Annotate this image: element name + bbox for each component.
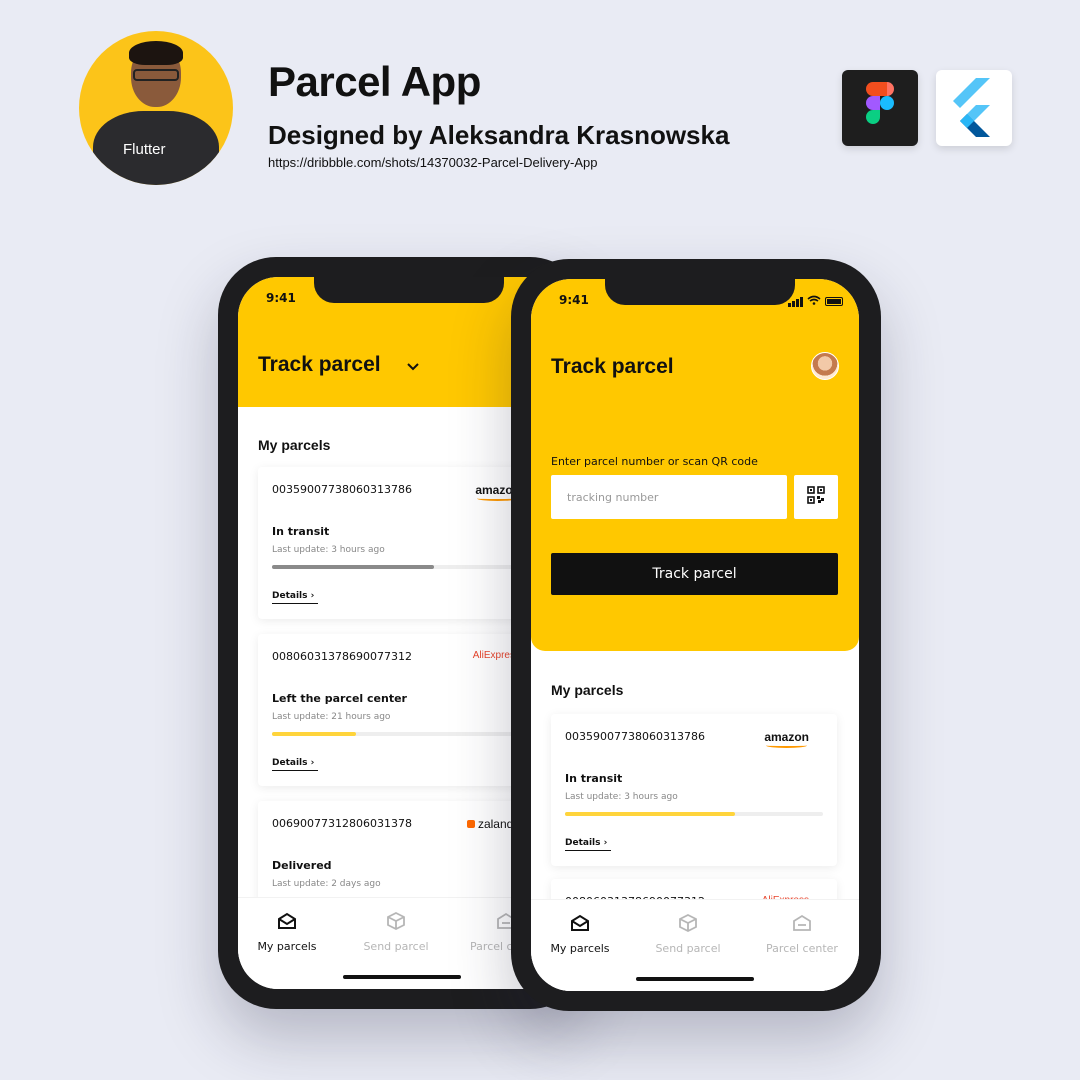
parcel-number: 00806031378690077312	[272, 650, 412, 663]
tab-send-parcel[interactable]: Send parcel	[341, 910, 451, 953]
building-icon	[747, 912, 857, 934]
avatar-shirt-text: Flutter	[123, 141, 166, 158]
phone-notch	[314, 277, 504, 303]
box-icon	[633, 912, 743, 934]
mailbox-icon	[531, 912, 635, 934]
box-icon	[341, 910, 451, 932]
track-parcel-button[interactable]: Track parcel	[551, 553, 838, 595]
progress-track	[272, 565, 534, 569]
parcel-card[interactable]: 00359007738060313786 amazon In transit L…	[551, 714, 837, 866]
parcel-status: In transit	[565, 772, 623, 785]
status-icons	[788, 295, 843, 308]
tab-label: Send parcel	[363, 940, 429, 953]
page-title: Parcel App	[268, 58, 481, 105]
phone-mockup-front: 9:41 Track parcel Enter parcel number or…	[511, 259, 881, 1011]
parcel-status: Left the parcel center	[272, 692, 407, 705]
battery-icon	[825, 297, 843, 306]
flutter-icon	[936, 70, 1012, 146]
parcel-status: Delivered	[272, 859, 332, 872]
phone-notch	[605, 279, 795, 305]
tab-send-parcel[interactable]: Send parcel	[633, 912, 743, 955]
home-indicator	[343, 975, 461, 979]
home-indicator	[636, 977, 754, 981]
brand-logo: amazon	[764, 730, 809, 748]
last-update: Last update: 21 hours ago	[272, 712, 391, 722]
bottom-tab-bar: My parcels Send parcel Parcel center	[531, 899, 859, 991]
parcel-card[interactable]: 00359007738060313786 amazon In transit L…	[258, 467, 548, 619]
mailbox-icon	[238, 910, 342, 932]
tab-my-parcels[interactable]: My parcels	[531, 912, 635, 955]
page-subtitle: Designed by Aleksandra Krasnowska	[268, 120, 730, 150]
wifi-icon	[807, 295, 821, 308]
details-label: Details	[272, 591, 308, 601]
last-update: Last update: 3 hours ago	[565, 792, 678, 802]
parcel-card[interactable]: 00806031378690077312 AliExpress Left the…	[258, 634, 548, 786]
details-label: Details	[565, 838, 601, 848]
tab-label: My parcels	[257, 940, 317, 953]
screen-title: Track parcel	[551, 355, 674, 378]
chevron-right-icon: ›	[603, 838, 608, 848]
chevron-down-icon[interactable]	[406, 357, 420, 376]
figma-icon	[842, 70, 918, 146]
details-link[interactable]: Details ›	[272, 758, 319, 771]
status-time: 9:41	[559, 293, 589, 307]
screen-title: Track parcel	[258, 353, 381, 376]
parcel-status: In transit	[272, 525, 330, 538]
parcel-number: 00359007738060313786	[272, 483, 412, 496]
avatar-hair	[129, 41, 183, 65]
last-update: Last update: 3 hours ago	[272, 545, 385, 555]
parcel-number: 00690077312806031378	[272, 817, 412, 830]
chevron-right-icon: ›	[310, 591, 315, 601]
tab-parcel-center[interactable]: Parcel center	[747, 912, 857, 955]
phone-screen: 9:41 Track parcel Enter parcel number or…	[531, 279, 859, 991]
section-title: My parcels	[551, 682, 624, 698]
signal-icon	[788, 296, 803, 307]
details-label: Details	[272, 758, 308, 768]
tab-label: Parcel center	[766, 942, 838, 955]
tracking-number-input[interactable]	[551, 475, 787, 519]
section-title: My parcels	[258, 437, 331, 453]
progress-fill	[565, 812, 736, 816]
input-label: Enter parcel number or scan QR code	[551, 455, 758, 468]
user-avatar[interactable]	[811, 352, 839, 380]
chevron-right-icon: ›	[310, 758, 315, 768]
progress-fill	[272, 565, 435, 569]
dribbble-link[interactable]: https://dribbble.com/shots/14370032-Parc…	[268, 155, 598, 170]
details-link[interactable]: Details ›	[272, 591, 319, 604]
parcel-number: 00359007738060313786	[565, 730, 705, 743]
progress-fill	[272, 732, 356, 736]
details-link[interactable]: Details ›	[565, 838, 612, 851]
tab-label: Send parcel	[655, 942, 721, 955]
tab-label: My parcels	[550, 942, 610, 955]
progress-track	[565, 812, 823, 816]
qr-code-icon	[807, 486, 825, 508]
progress-track	[272, 732, 534, 736]
status-time: 9:41	[266, 291, 296, 305]
tab-my-parcels[interactable]: My parcels	[238, 910, 342, 953]
scan-qr-button[interactable]	[794, 475, 838, 519]
last-update: Last update: 2 days ago	[272, 879, 381, 889]
avatar-glasses	[133, 69, 179, 81]
author-avatar: Flutter	[79, 31, 233, 185]
